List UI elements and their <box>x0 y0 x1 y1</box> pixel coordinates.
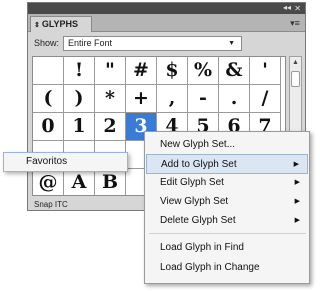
glyph-cell[interactable]: ! <box>64 57 95 85</box>
glyph-cell[interactable]: " <box>95 57 126 85</box>
submenu-item-label: Favoritos <box>26 156 68 167</box>
menu-item-label: New Glyph Set... <box>160 139 236 150</box>
glyph-cell[interactable]: & <box>219 57 250 85</box>
glyph-cell[interactable]: 1 <box>64 113 95 141</box>
show-dropdown[interactable]: Entire Font ▼ <box>63 36 242 51</box>
menu-item-load-glyph-in-find[interactable]: Load Glyph in Find <box>146 238 308 258</box>
tab-glyphs-label: GLYPHS <box>41 19 79 29</box>
glyph-cell[interactable]: $ <box>157 57 188 85</box>
glyph-cell[interactable]: ) <box>64 85 95 113</box>
chevron-right-icon: ▶ <box>294 217 300 224</box>
menu-item-label: Load Glyph in Change <box>160 262 260 273</box>
scroll-up-icon[interactable]: ▲ <box>290 57 301 69</box>
tab-toggle-icon[interactable]: ⇕ <box>34 22 40 29</box>
glyph-cell[interactable]: * <box>95 85 126 113</box>
menu-item-label: Delete Glyph Set <box>160 215 236 226</box>
menu-item-label: Load Glyph in Find <box>160 242 244 253</box>
glyph-cell[interactable]: / <box>250 85 281 113</box>
menu-item-label: Edit Glyph Set <box>160 177 224 188</box>
glyph-cell[interactable]: , <box>157 85 188 113</box>
chevron-right-icon: ▶ <box>293 161 299 168</box>
menu-item-view-glyph-set[interactable]: View Glyph Set ▶ <box>146 192 308 212</box>
chevron-right-icon: ▶ <box>294 198 300 205</box>
glyph-cell[interactable]: 0 <box>33 113 64 141</box>
glyph-cell[interactable]: ' <box>250 57 281 85</box>
menu-item-add-to-glyph-set[interactable]: Add to Glyph Set ▶ <box>146 154 308 174</box>
tab-glyphs[interactable]: ⇕ GLYPHS <box>30 16 92 32</box>
glyph-cell[interactable]: + <box>126 85 157 113</box>
panel-titlebar[interactable]: ◂◂ ✕ <box>28 3 305 14</box>
glyph-cell[interactable]: 2 <box>95 113 126 141</box>
scroll-thumb[interactable] <box>291 71 300 87</box>
glyph-cell[interactable]: A <box>64 169 95 195</box>
submenu-item-favoritos[interactable]: Favoritos <box>3 152 128 172</box>
close-icon[interactable]: ✕ <box>294 3 301 14</box>
panel-tab-row: ⇕ GLYPHS ▾≡ <box>28 14 305 32</box>
menu-item-label: View Glyph Set <box>160 196 229 207</box>
glyph-cell[interactable]: # <box>126 57 157 85</box>
menu-item-delete-glyph-set[interactable]: Delete Glyph Set ▶ <box>146 211 308 231</box>
glyph-cell[interactable]: @ <box>33 169 64 195</box>
glyph-cell[interactable]: - <box>188 85 219 113</box>
collapse-icon[interactable]: ◂◂ <box>283 2 291 13</box>
menu-item-load-glyph-in-change[interactable]: Load Glyph in Change <box>146 258 308 278</box>
glyph-cell[interactable]: ( <box>33 85 64 113</box>
font-name: Snap ITC <box>34 200 68 209</box>
glyph-cell[interactable]: % <box>188 57 219 85</box>
glyph-cell[interactable]: . <box>219 85 250 113</box>
menu-item-label: Add to Glyph Set <box>161 159 237 170</box>
glyph-cell[interactable]: B <box>95 169 126 195</box>
context-menu: New Glyph Set... Add to Glyph Set ▶ Edit Gl… <box>144 131 310 284</box>
panel-menu-icon[interactable]: ▾≡ <box>289 18 301 28</box>
menu-item-new-glyph-set[interactable]: New Glyph Set... <box>146 135 308 155</box>
glyph-cell[interactable] <box>33 57 64 85</box>
chevron-down-icon: ▼ <box>228 40 235 47</box>
show-dropdown-value: Entire Font <box>68 38 113 48</box>
show-label: Show: <box>34 38 60 48</box>
chevron-right-icon: ▶ <box>294 179 300 186</box>
menu-item-edit-glyph-set[interactable]: Edit Glyph Set ▶ <box>146 173 308 193</box>
menu-separator <box>149 233 306 234</box>
